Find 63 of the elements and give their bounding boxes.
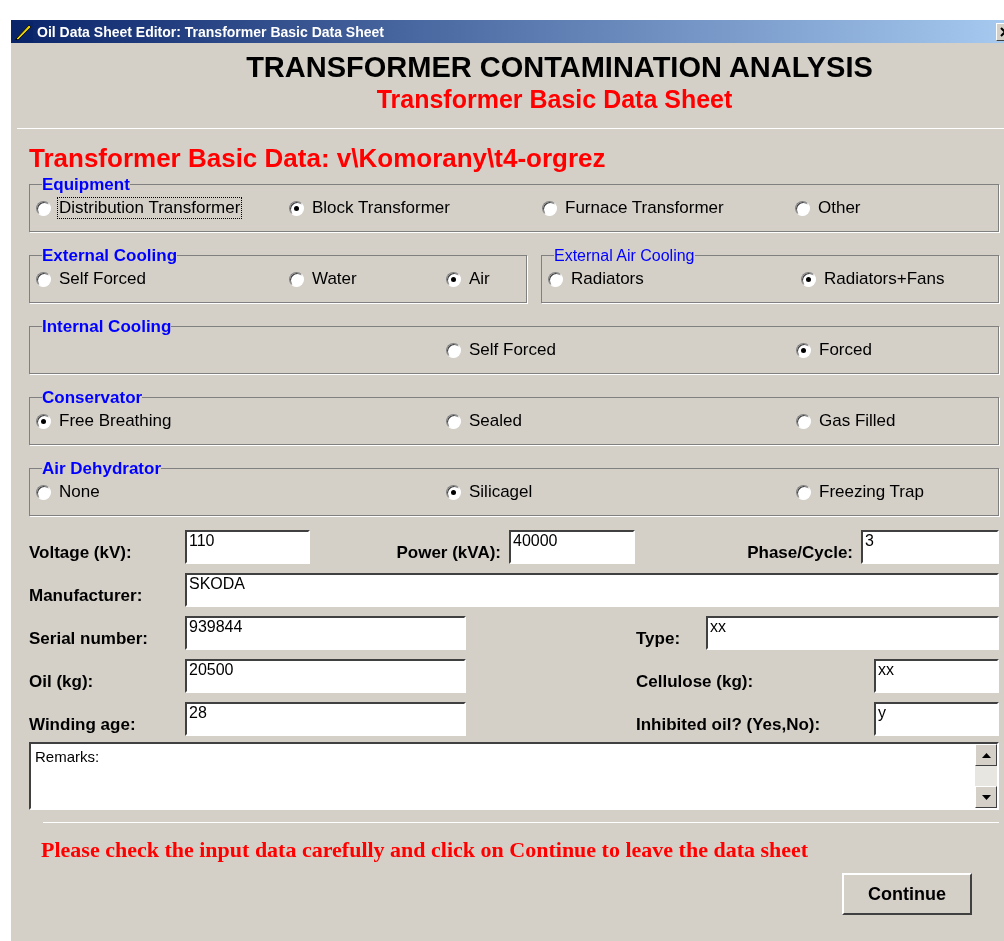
window-title: Oil Data Sheet Editor: Transformer Basic Data Sheet <box>37 23 385 40</box>
sheet-subtitle: Transformer Basic Data Sheet <box>375 84 734 114</box>
field-label: Type: <box>635 629 682 650</box>
remarks-field[interactable]: Remarks: <box>29 742 999 810</box>
radio-option[interactable]: Silicagel <box>446 481 535 503</box>
field-label: Phase/Cycle: <box>746 543 854 564</box>
radio-option[interactable]: Other <box>795 197 863 219</box>
field-label: Manufacturer: <box>29 586 144 607</box>
up-arrow-icon <box>981 752 991 758</box>
radio-option[interactable]: Radiators <box>548 268 646 290</box>
scroll-down-button[interactable] <box>975 786 997 808</box>
notice-text: Please check the input data carefully and click on Continue to leave the data sheet <box>40 837 810 863</box>
radio-option[interactable]: Sealed <box>446 410 524 432</box>
radio-option[interactable]: Gas Filled <box>796 410 898 432</box>
field-label: Oil (kg): <box>29 672 95 693</box>
group-title: External Air Cooling <box>554 246 695 265</box>
data-title: Transformer Basic Data: v\Komorany\t4-orgrez <box>29 143 607 173</box>
group-title: Equipment <box>42 175 130 194</box>
radio-button[interactable] <box>801 271 816 287</box>
radio-option[interactable]: Freezing Trap <box>796 481 926 503</box>
group-title: Conservator <box>42 388 143 407</box>
radio-button[interactable] <box>796 484 811 500</box>
input-field[interactable]: y <box>874 702 999 736</box>
input-field[interactable]: 939844 <box>185 616 466 650</box>
radio-option[interactable]: Furnace Transformer <box>542 197 726 219</box>
radio-option[interactable]: Air <box>446 268 492 290</box>
radio-option[interactable]: Block Transformer <box>289 197 452 219</box>
radio-option[interactable]: None <box>36 481 102 503</box>
radio-button[interactable] <box>795 200 810 216</box>
continue-button[interactable]: Continue <box>842 873 972 915</box>
radio-button[interactable] <box>36 484 51 500</box>
input-field[interactable]: 40000 <box>509 530 635 564</box>
input-field[interactable]: 110 <box>185 530 310 564</box>
radio-option[interactable]: Water <box>289 268 359 290</box>
radio-button[interactable] <box>36 413 51 429</box>
radio-button[interactable] <box>548 271 563 287</box>
field-label: Cellulose (kg): <box>635 672 755 693</box>
field-label: Serial number: <box>29 629 150 650</box>
group-title: Internal Cooling <box>42 317 172 336</box>
main-heading: TRANSFORMER CONTAMINATION ANALYSIS <box>245 50 874 84</box>
field-label: Inhibited oil? (Yes,No): <box>635 715 822 736</box>
radio-option[interactable]: Self Forced <box>36 268 148 290</box>
radio-option[interactable]: Forced <box>796 339 874 361</box>
input-field[interactable]: 28 <box>185 702 466 736</box>
input-field[interactable]: 20500 <box>185 659 466 693</box>
input-field[interactable]: xx <box>706 616 999 650</box>
field-label: Winding age: <box>29 715 137 736</box>
input-field[interactable]: xx <box>874 659 999 693</box>
input-field[interactable]: 3 <box>861 530 999 564</box>
radio-option[interactable]: Self Forced <box>446 339 558 361</box>
group-title: Air Dehydrator <box>42 459 162 478</box>
field-label: Power (kVA): <box>395 543 502 564</box>
radio-option[interactable]: Radiators+Fans <box>801 268 947 290</box>
radio-button[interactable] <box>446 271 461 287</box>
radio-button[interactable] <box>289 200 304 216</box>
scroll-up-button[interactable] <box>975 744 997 766</box>
radio-button[interactable] <box>446 413 461 429</box>
group-title: External Cooling <box>42 246 178 265</box>
down-arrow-icon <box>981 794 991 800</box>
radio-button[interactable] <box>796 342 811 358</box>
radio-option[interactable]: Free Breathing <box>36 410 174 432</box>
input-field[interactable]: SKODA <box>185 573 999 607</box>
field-label: Voltage (kV): <box>29 543 133 564</box>
